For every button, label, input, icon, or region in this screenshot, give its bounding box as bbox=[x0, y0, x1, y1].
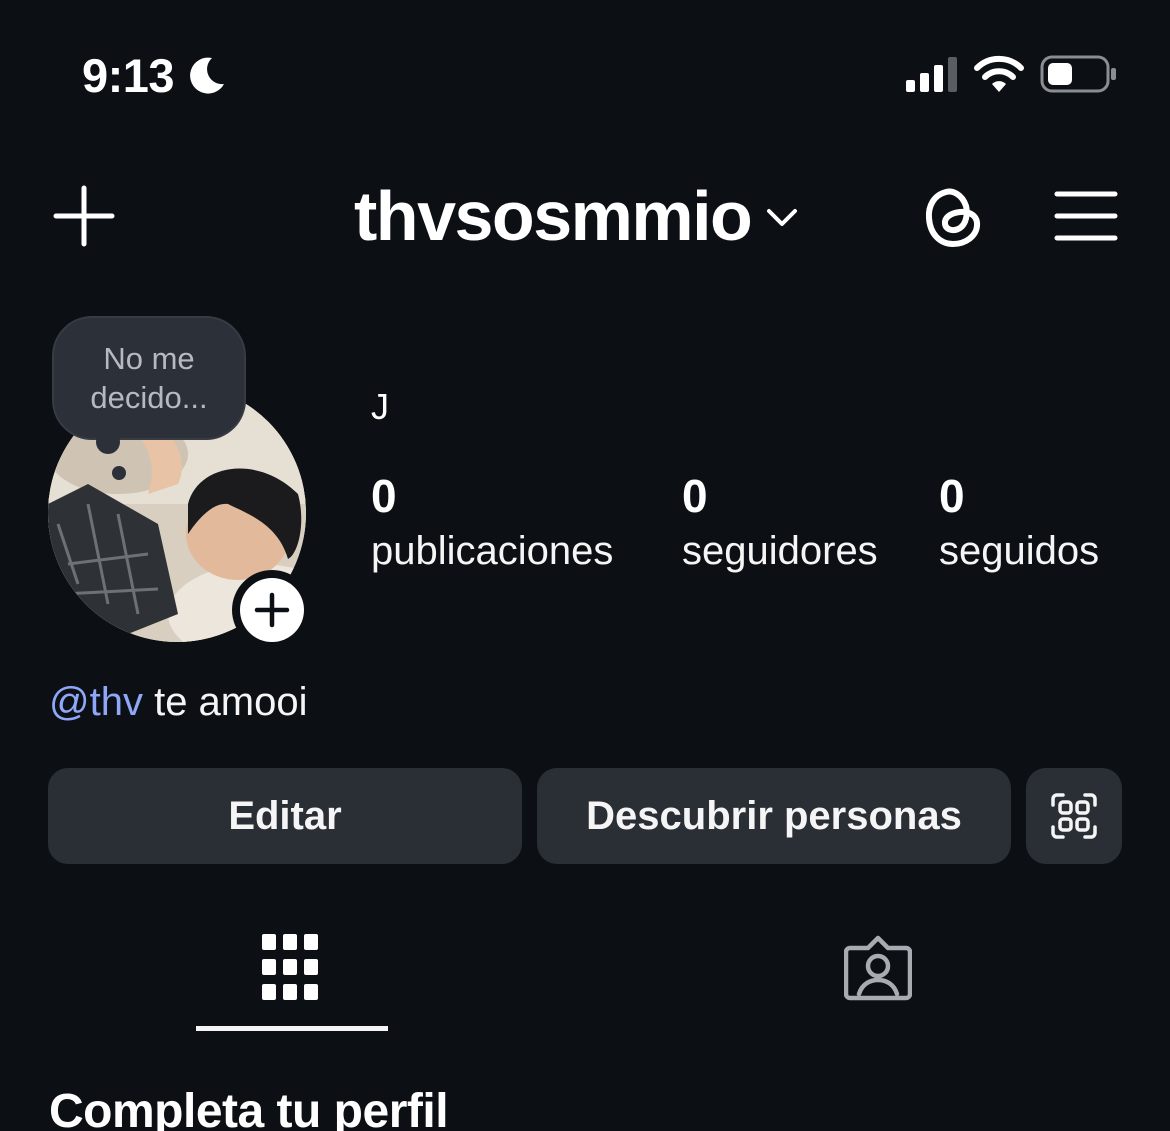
signal-icon bbox=[906, 57, 957, 92]
stat-following[interactable]: 0 seguidos bbox=[939, 470, 1099, 574]
tab-posts-grid[interactable] bbox=[196, 922, 388, 1032]
stat-posts-label: publicaciones bbox=[371, 529, 614, 573]
stat-followers[interactable]: 0 seguidores bbox=[682, 470, 878, 574]
active-tab-indicator bbox=[196, 1026, 388, 1031]
stat-posts[interactable]: 0 publicaciones bbox=[371, 470, 613, 574]
battery-icon bbox=[1040, 55, 1116, 93]
discover-people-button[interactable]: Descubrir personas bbox=[537, 768, 1011, 864]
create-button[interactable] bbox=[52, 184, 116, 248]
stat-posts-value: 0 bbox=[371, 470, 397, 522]
note-bubble-tail-small bbox=[112, 466, 126, 480]
status-time: 9:13 bbox=[82, 49, 175, 102]
bio-mention-link[interactable]: @thv bbox=[49, 680, 143, 724]
add-story-button[interactable] bbox=[232, 570, 312, 650]
username: thvsosmmio bbox=[354, 177, 753, 255]
tab-tagged[interactable] bbox=[780, 922, 976, 1032]
stat-following-label: seguidos bbox=[939, 529, 1100, 573]
note-bubble[interactable]: No me decido... bbox=[52, 316, 246, 440]
note-text: No me decido... bbox=[90, 341, 208, 415]
bio-text: te amooi bbox=[142, 680, 308, 724]
display-name: J bbox=[371, 386, 389, 427]
plus-icon bbox=[254, 592, 290, 628]
qr-code-icon bbox=[1051, 793, 1097, 839]
edit-profile-button[interactable]: Editar bbox=[48, 768, 522, 864]
stat-following-value: 0 bbox=[939, 470, 965, 522]
wifi-icon bbox=[974, 55, 1024, 92]
stat-followers-value: 0 bbox=[682, 470, 708, 522]
note-bubble-tail bbox=[96, 430, 120, 454]
threads-icon[interactable] bbox=[922, 184, 984, 250]
qr-code-button[interactable] bbox=[1026, 768, 1122, 864]
grid-icon bbox=[262, 934, 318, 1000]
complete-profile-title: Completa tu perfil bbox=[49, 1085, 449, 1131]
chevron-down-icon bbox=[767, 209, 798, 226]
bio: @thv te amooi bbox=[49, 680, 308, 725]
moon-icon bbox=[190, 57, 224, 94]
menu-icon[interactable] bbox=[1054, 190, 1118, 242]
account-switcher[interactable]: thvsosmmio bbox=[354, 176, 799, 256]
stat-followers-label: seguidores bbox=[682, 529, 878, 573]
tagged-icon bbox=[844, 935, 912, 1001]
